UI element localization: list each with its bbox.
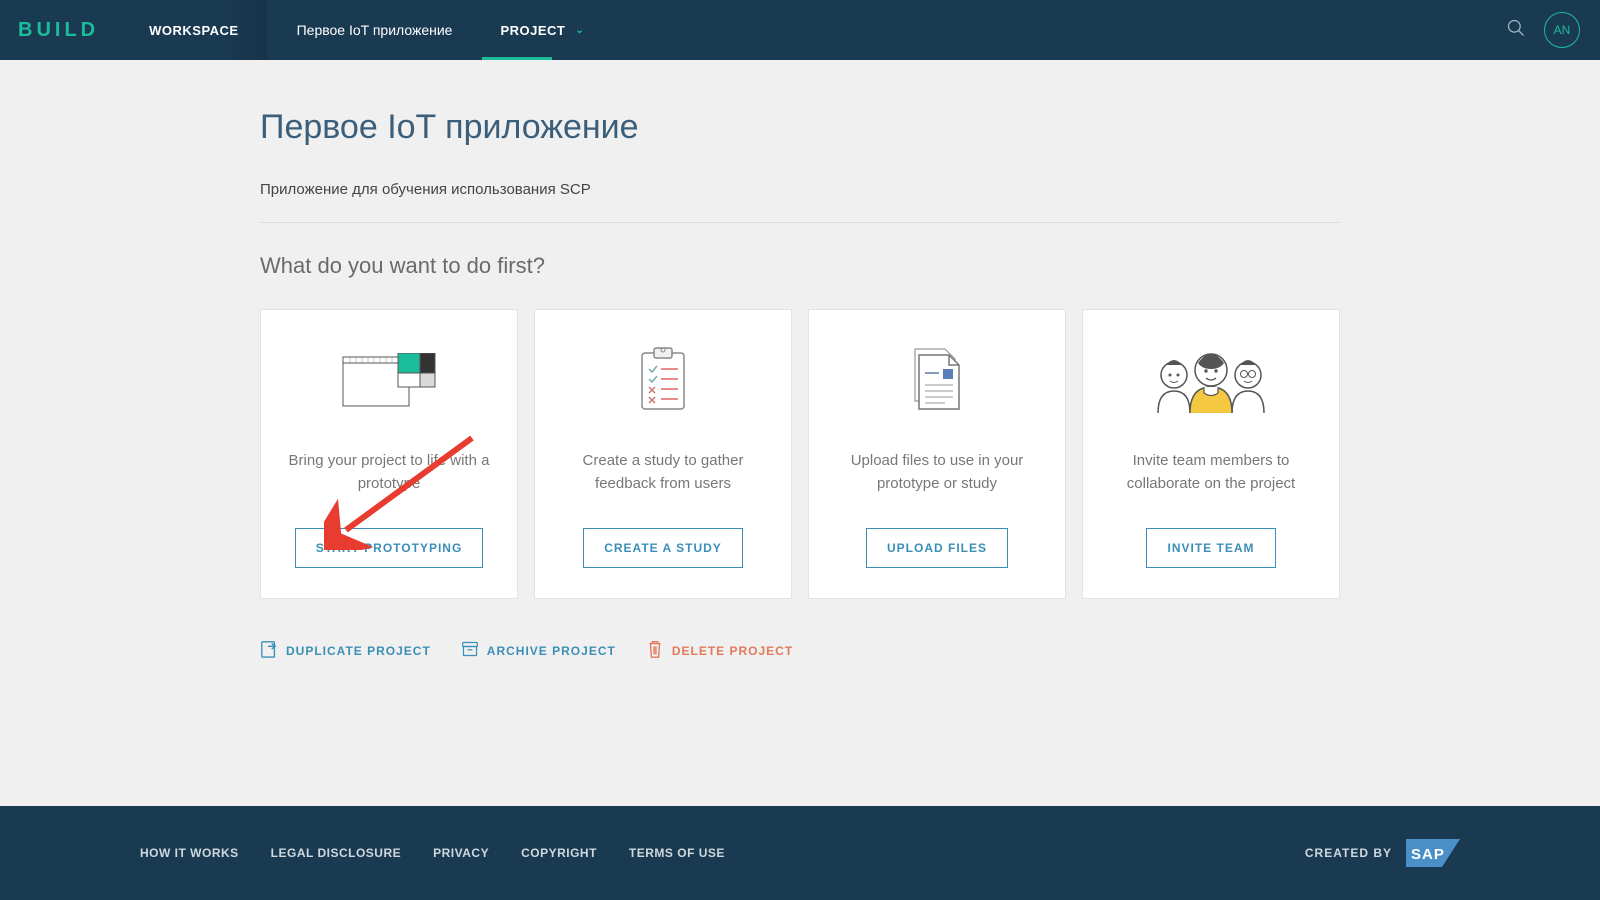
duplicate-icon xyxy=(260,639,278,662)
prompt-question: What do you want to do first? xyxy=(260,253,1340,279)
project-name-label: Первое IoT приложение xyxy=(297,22,453,38)
card-prototype-desc: Bring your project to life with a protot… xyxy=(285,450,493,528)
page-footer: HOW IT WORKS LEGAL DISCLOSURE PRIVACY CO… xyxy=(0,806,1600,900)
invite-team-button[interactable]: INVITE TEAM xyxy=(1146,528,1275,568)
breadcrumb-workspace[interactable]: WORKSPACE xyxy=(121,0,266,60)
footer-right: CREATED BY SAP xyxy=(1305,839,1460,867)
project-actions-row: DUPLICATE PROJECT ARCHIVE PROJECT xyxy=(260,639,1340,662)
prototype-icon xyxy=(342,340,436,420)
user-avatar[interactable]: AN xyxy=(1544,12,1580,48)
breadcrumb-workspace-label: WORKSPACE xyxy=(149,23,238,38)
avatar-initials: AN xyxy=(1554,23,1571,37)
footer-links: HOW IT WORKS LEGAL DISCLOSURE PRIVACY CO… xyxy=(140,846,725,860)
section-divider xyxy=(260,222,1340,223)
card-study-desc: Create a study to gather feedback from u… xyxy=(559,450,767,528)
delete-project-button[interactable]: DELETE PROJECT xyxy=(646,639,793,662)
footer-link-how-it-works[interactable]: HOW IT WORKS xyxy=(140,846,239,860)
sap-logo: SAP xyxy=(1406,839,1460,867)
card-team: Invite team members to collaborate on th… xyxy=(1082,309,1340,599)
app-logo[interactable]: BUILD xyxy=(0,19,121,42)
start-prototyping-button[interactable]: START PROTOTYPING xyxy=(295,528,484,568)
breadcrumb-project-name[interactable]: Первое IoT приложение xyxy=(267,22,483,38)
team-icon xyxy=(1146,340,1276,420)
footer-link-terms[interactable]: TERMS OF USE xyxy=(629,846,725,860)
footer-link-legal[interactable]: LEGAL DISCLOSURE xyxy=(271,846,401,860)
action-cards-row: Bring your project to life with a protot… xyxy=(260,309,1340,599)
card-upload: Upload files to use in your prototype or… xyxy=(808,309,1066,599)
main-content: Первое IoT приложение Приложение для обу… xyxy=(0,60,1600,662)
duplicate-project-button[interactable]: DUPLICATE PROJECT xyxy=(260,639,431,662)
top-navbar: BUILD WORKSPACE Первое IoT приложение PR… xyxy=(0,0,1600,60)
card-study: Create a study to gather feedback from u… xyxy=(534,309,792,599)
clipboard-icon xyxy=(638,340,688,420)
trash-icon xyxy=(646,639,664,662)
page-title: Первое IoT приложение xyxy=(260,108,1340,147)
files-icon xyxy=(907,340,967,420)
breadcrumb-project-tab[interactable]: PROJECT ⌄ xyxy=(482,0,594,60)
footer-link-copyright[interactable]: COPYRIGHT xyxy=(521,846,597,860)
create-study-button[interactable]: CREATE A STUDY xyxy=(583,528,743,568)
active-tab-underline xyxy=(482,57,552,60)
search-icon[interactable] xyxy=(1506,18,1526,43)
page-subtitle: Приложение для обучения использования SC… xyxy=(260,181,1340,198)
project-tab-label: PROJECT xyxy=(500,23,565,38)
card-prototype: Bring your project to life with a protot… xyxy=(260,309,518,599)
archive-icon xyxy=(461,639,479,662)
archive-label: ARCHIVE PROJECT xyxy=(487,644,616,658)
svg-text:SAP: SAP xyxy=(1411,846,1445,863)
duplicate-label: DUPLICATE PROJECT xyxy=(286,644,431,658)
card-team-desc: Invite team members to collaborate on th… xyxy=(1107,450,1315,528)
archive-project-button[interactable]: ARCHIVE PROJECT xyxy=(461,639,616,662)
chevron-down-icon: ⌄ xyxy=(575,25,584,36)
delete-label: DELETE PROJECT xyxy=(672,644,793,658)
card-upload-desc: Upload files to use in your prototype or… xyxy=(833,450,1041,528)
created-by-label: CREATED BY xyxy=(1305,846,1392,860)
footer-link-privacy[interactable]: PRIVACY xyxy=(433,846,489,860)
upload-files-button[interactable]: UPLOAD FILES xyxy=(866,528,1008,568)
